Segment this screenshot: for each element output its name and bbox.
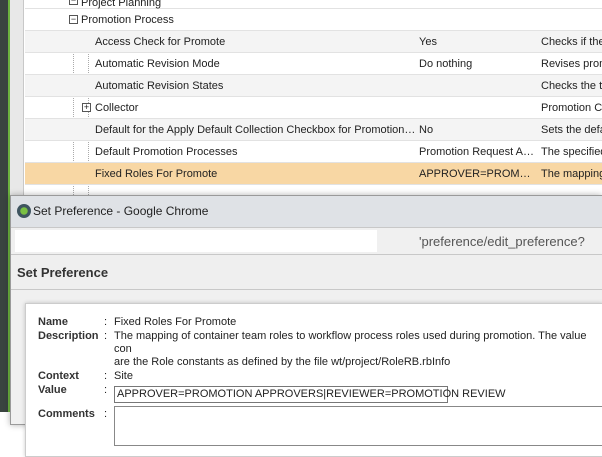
chrome-app-icon [17,204,31,218]
collapse-icon[interactable]: − [69,0,78,5]
table-row-selected[interactable]: Fixed Roles For Promote APPROVER=PROM… The… [25,163,602,185]
side-panel-edge [0,0,8,412]
description-line-2: are the Role constants as defined by the… [114,356,451,368]
comments-textarea[interactable] [114,406,602,446]
set-preference-window: Set Preference - Google Chrome 'preferen… [10,195,602,457]
table-row[interactable]: Automatic Revision Mode Do nothing Revises… [25,53,602,75]
page-header: Set Preference [11,255,602,290]
name-value: Fixed Roles For Promote [114,316,237,328]
table-row[interactable]: Default Promotion Processes Promotion Req… [25,141,602,163]
window-titlebar[interactable]: Set Preference - Google Chrome [11,196,602,227]
value-input[interactable]: APPROVER=PROMOTION APPROVERS|REVIEWER=PR… [114,386,506,403]
table-row[interactable]: Automatic Revision States Checks the t [25,75,602,97]
collapse-icon[interactable]: − [69,15,78,24]
tree-group-promotion-process[interactable]: − Promotion Process [25,9,602,31]
description-value: The mapping of container team roles to w… [114,330,602,369]
expand-icon[interactable]: + [82,103,91,112]
tree-row-project-planning[interactable]: − Project Planning [25,0,602,9]
description-line-1: The mapping of container team roles to w… [114,330,587,355]
table-row[interactable]: Access Check for Promote Yes Checks if the [25,31,602,53]
context-value: Site [114,370,133,382]
address-redacted [15,230,377,252]
table-row[interactable]: Default for the Apply Default Collection… [25,119,602,141]
address-bar[interactable]: 'preference/edit_preference? [11,227,602,255]
preference-form: Name : Fixed Roles For Promote Descripti… [25,303,602,457]
table-row[interactable]: + Collector Promotion C [25,97,602,119]
